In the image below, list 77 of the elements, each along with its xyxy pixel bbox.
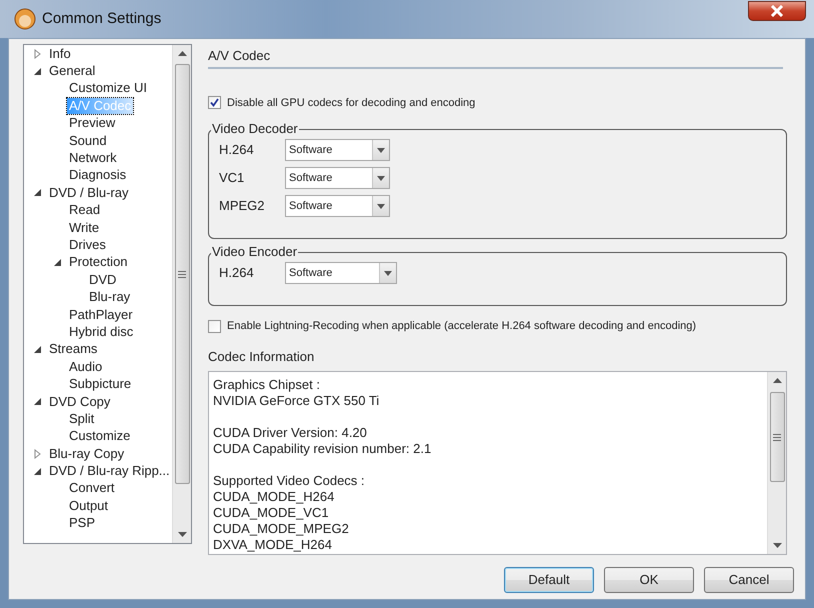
tree-item[interactable]: Blu-ray Copy xyxy=(47,446,126,462)
dialog-button[interactable]: Default xyxy=(504,567,594,593)
scroll-up-icon[interactable] xyxy=(178,51,186,56)
scrollbar[interactable] xyxy=(767,372,786,554)
checkbox[interactable] xyxy=(208,320,221,333)
dialog-button[interactable]: Cancel xyxy=(704,567,794,593)
info-line: Supported Video Codecs : xyxy=(213,473,366,489)
tree-item[interactable]: Network xyxy=(67,150,119,166)
app-icon xyxy=(14,8,36,30)
grip-icon xyxy=(178,270,186,278)
tree-item[interactable]: DVD / Blu-ray xyxy=(47,184,130,201)
tree-item[interactable]: Streams xyxy=(47,341,100,358)
tree-item[interactable]: Drives xyxy=(67,236,108,253)
expanded-icon[interactable] xyxy=(34,189,41,196)
tree-item[interactable]: Audio xyxy=(67,358,104,375)
expanded-icon[interactable] xyxy=(34,398,41,405)
dialog-button[interactable]: OK xyxy=(604,567,694,593)
tree-item[interactable]: Customize xyxy=(67,428,132,444)
tree-item[interactable]: PSP xyxy=(67,515,98,532)
dropdown[interactable]: Software xyxy=(285,167,390,189)
grip-icon xyxy=(773,434,781,440)
close-button[interactable] xyxy=(748,1,806,21)
tree-item[interactable]: DVD Copy xyxy=(47,394,112,410)
info-line: CUDA Capability revision number: 2.1 xyxy=(213,441,432,457)
field-label: VC1 xyxy=(219,169,246,188)
expanded-icon[interactable] xyxy=(34,346,41,353)
section-heading: A/V Codec xyxy=(208,44,783,68)
tree-item[interactable]: Read xyxy=(67,202,102,218)
window-title: Common Settings xyxy=(42,8,162,29)
field-label: MPEG2 xyxy=(219,197,266,216)
section-label: Codec Information xyxy=(208,348,316,366)
info-line: CUDA_MODE_VC1 xyxy=(213,505,330,521)
tree-item[interactable]: PathPlayer xyxy=(67,306,135,323)
tree-item[interactable]: DVD / Blu-ray Ripp... xyxy=(47,463,172,480)
collapsed-icon[interactable] xyxy=(34,448,41,459)
tree-item[interactable]: Info xyxy=(47,46,73,62)
scroll-up-icon[interactable] xyxy=(772,378,782,383)
dropdown[interactable]: Software xyxy=(285,195,390,217)
scroll-down-icon[interactable] xyxy=(772,543,782,548)
tree-item[interactable]: Convert xyxy=(67,480,117,496)
caret-icon xyxy=(377,176,385,180)
scroll-down-icon[interactable] xyxy=(178,532,186,537)
expanded-icon[interactable] xyxy=(34,468,41,475)
tree-item[interactable]: Write xyxy=(67,220,102,236)
info-line: CUDA_MODE_MPEG2 xyxy=(213,521,350,537)
scrollbar[interactable] xyxy=(172,45,191,543)
checkbox[interactable] xyxy=(208,96,221,110)
tree-item[interactable]: Customize UI xyxy=(67,80,150,96)
checkbox-label: Enable Lightning-Recoding when applicable (accelerate H.264 software decoding and encoding) xyxy=(227,319,696,334)
info-line: NVIDIA GeForce GTX 550 Ti xyxy=(213,393,380,409)
caret-icon xyxy=(377,148,385,152)
collapsed-icon[interactable] xyxy=(34,48,41,59)
info-line: Graphics Chipset : xyxy=(213,377,321,393)
info-line: DXVA_MODE_H264 xyxy=(213,537,333,553)
tree-item[interactable]: Hybrid disc xyxy=(67,324,136,340)
expanded-icon[interactable] xyxy=(34,68,41,75)
caret-icon xyxy=(377,204,385,208)
tree-item[interactable]: Blu-ray xyxy=(87,289,132,306)
tree-item[interactable]: Subpicture xyxy=(67,376,134,392)
info-line: CUDA_MODE_H264 xyxy=(213,489,336,505)
tree-item[interactable]: Preview xyxy=(67,115,118,132)
tree-item[interactable]: General xyxy=(47,63,98,80)
tree-item[interactable]: Protection xyxy=(67,254,130,270)
field-label: H.264 xyxy=(219,264,255,282)
field-label: H.264 xyxy=(219,141,255,160)
close-icon xyxy=(770,5,784,17)
tree-item[interactable]: Split xyxy=(67,410,96,427)
tree-item[interactable]: Diagnosis xyxy=(67,167,128,184)
checkbox-label: Disable all GPU codecs for decoding and encoding xyxy=(227,96,476,110)
dropdown[interactable]: Software xyxy=(285,139,390,161)
tree-item[interactable]: DVD xyxy=(87,272,118,288)
expanded-icon[interactable] xyxy=(54,258,61,266)
tree-item[interactable]: Output xyxy=(67,498,110,514)
tree-item[interactable]: Sound xyxy=(67,132,109,149)
caret-icon xyxy=(384,270,392,276)
info-line: CUDA Driver Version: 4.20 xyxy=(213,425,368,441)
dropdown[interactable]: Software xyxy=(285,262,397,284)
